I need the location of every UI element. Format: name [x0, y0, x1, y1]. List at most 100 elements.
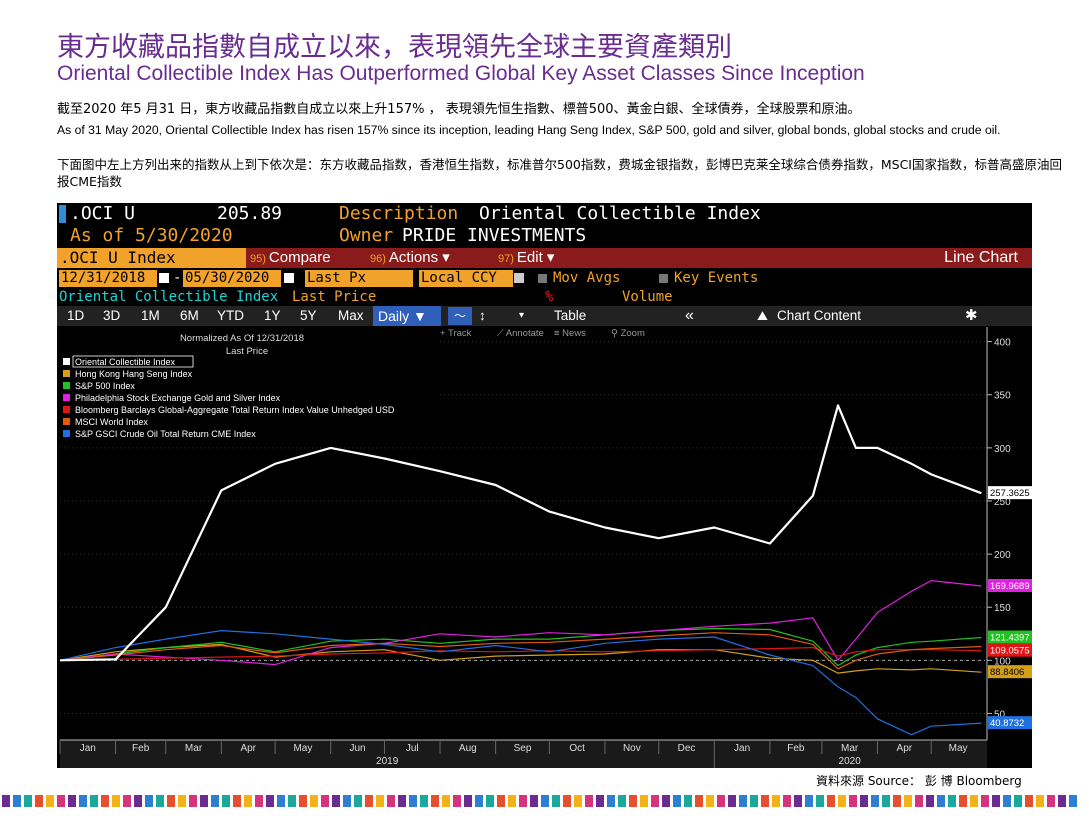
legend-swatch: [63, 430, 70, 437]
strip-block: [244, 795, 252, 807]
mov-avgs-checkbox[interactable]: [538, 274, 547, 283]
start-date-field[interactable]: 12/31/2018: [59, 270, 157, 287]
strip-block: [200, 795, 208, 807]
strip-block: [376, 795, 384, 807]
chart-tool[interactable]: ⟋ Annotate: [497, 328, 544, 339]
date-range-row: 12/31/2018 - 05/30/2020 Last Px Local CC…: [57, 270, 1032, 288]
strip-block: [552, 795, 560, 807]
strip-block: [717, 795, 725, 807]
currency-select[interactable]: Local CCY: [419, 270, 513, 287]
legend-swatch: [63, 418, 70, 425]
strip-block: [937, 795, 945, 807]
x-year-label: 2019: [376, 756, 399, 767]
strip-block: [970, 795, 978, 807]
x-tick-label: Jun: [350, 743, 366, 754]
strip-block: [915, 795, 923, 807]
actions-button[interactable]: 96) Actions ▾: [370, 248, 450, 268]
series-name: Oriental Collectible Index: [59, 289, 279, 305]
period-1y[interactable]: 1Y: [264, 306, 281, 326]
frequency-select[interactable]: Daily ▼: [373, 306, 441, 326]
strip-block: [1025, 795, 1033, 807]
x-tick-label: Apr: [897, 743, 913, 754]
edit-button[interactable]: 97) Edit ▾: [498, 248, 554, 268]
legend-entry: S&P GSCI Crude Oil Total Return CME Inde…: [75, 429, 256, 439]
period-6m[interactable]: 6M: [180, 306, 199, 326]
strip-block: [420, 795, 428, 807]
strip-block: [497, 795, 505, 807]
series-line: [59, 580, 982, 666]
legend-subtitle: Last Price: [226, 346, 268, 357]
bar-icon[interactable]: ↕: [479, 306, 486, 326]
y-tick-label: 150: [994, 603, 1011, 614]
period-5y[interactable]: 5Y: [300, 306, 317, 326]
gear-icon[interactable]: ✱: [965, 306, 978, 326]
percent-toggle[interactable]: %: [545, 289, 553, 306]
chart-tool[interactable]: ≡ News: [554, 328, 586, 339]
period-1m[interactable]: 1M: [141, 306, 160, 326]
strip-block: [992, 795, 1000, 807]
strip-block: [134, 795, 142, 807]
strip-block: [805, 795, 813, 807]
security-field[interactable]: .OCI U Index: [57, 248, 246, 268]
owner-value: PRIDE INVESTMENTS: [402, 225, 587, 246]
period-ytd[interactable]: YTD: [217, 306, 244, 326]
page-title-en: Oriental Collectible Index Has Outperfor…: [57, 62, 865, 85]
legend-swatch: [63, 382, 70, 389]
strip-block: [827, 795, 835, 807]
chart-tool[interactable]: ⚲ Zoom: [611, 328, 645, 339]
dropdown-icon[interactable]: ▾: [519, 306, 524, 326]
strip-block: [167, 795, 175, 807]
strip-block: [673, 795, 681, 807]
period-1d[interactable]: 1D: [67, 306, 84, 326]
compare-button[interactable]: 95) Compare: [250, 248, 331, 268]
chart-tool[interactable]: + Track: [440, 328, 472, 339]
strip-block: [101, 795, 109, 807]
strip-block: [772, 795, 780, 807]
legend-swatch: [63, 394, 70, 401]
table-button[interactable]: Table: [554, 306, 586, 326]
strip-block: [1003, 795, 1011, 807]
key-events-checkbox[interactable]: [659, 274, 668, 283]
last-value-label: 169.9689: [990, 581, 1030, 592]
strip-block: [453, 795, 461, 807]
end-date-field[interactable]: 05/30/2020: [183, 270, 281, 287]
strip-block: [662, 795, 670, 807]
legend-entry: MSCI World Index: [75, 417, 148, 427]
x-tick-label: Oct: [569, 743, 585, 754]
strip-block: [145, 795, 153, 807]
strip-block: [409, 795, 417, 807]
line-chart-icon[interactable]: 〜: [448, 307, 472, 325]
calendar-icon[interactable]: [284, 273, 294, 283]
actions-label: Actions ▾: [388, 249, 450, 266]
strip-block: [574, 795, 582, 807]
x-tick-label: Feb: [787, 743, 805, 754]
price-field-select[interactable]: Last Px: [305, 270, 413, 287]
chart-content-button[interactable]: Chart Content: [777, 306, 861, 326]
description-label: Description: [339, 203, 459, 224]
ticker-marker: [59, 205, 66, 223]
description-en: As of 31 May 2020, Oriental Collectible …: [57, 123, 1001, 137]
description-zh: 截至2020 年5 月31 日，東方收藏品指數自成立以來上升157% ， 表現領…: [57, 102, 861, 117]
strip-block: [486, 795, 494, 807]
strip-block: [343, 795, 351, 807]
strip-block: [585, 795, 593, 807]
strip-block: [35, 795, 43, 807]
period-3d[interactable]: 3D: [103, 306, 120, 326]
strip-block: [365, 795, 373, 807]
last-value-label: 257.3625: [990, 488, 1030, 499]
strip-block: [475, 795, 483, 807]
chevron-down-icon[interactable]: [514, 273, 524, 283]
x-tick-label: Jan: [80, 743, 96, 754]
strip-block: [211, 795, 219, 807]
last-price: 205.89: [217, 203, 283, 224]
period-max[interactable]: Max: [338, 306, 364, 326]
x-tick-label: Feb: [132, 743, 150, 754]
x-tick-label: Apr: [240, 743, 256, 754]
strip-block: [860, 795, 868, 807]
calendar-icon[interactable]: [159, 273, 169, 283]
collapse-button[interactable]: «: [685, 306, 694, 326]
description-zh-2: 下面图中左上方列出来的指数从上到下依次是：东方收藏品指数，香港恒生指数，标准普尔…: [57, 157, 1062, 189]
x-tick-label: Nov: [623, 743, 641, 754]
strip-block: [13, 795, 21, 807]
y-tick-label: 350: [994, 391, 1011, 402]
